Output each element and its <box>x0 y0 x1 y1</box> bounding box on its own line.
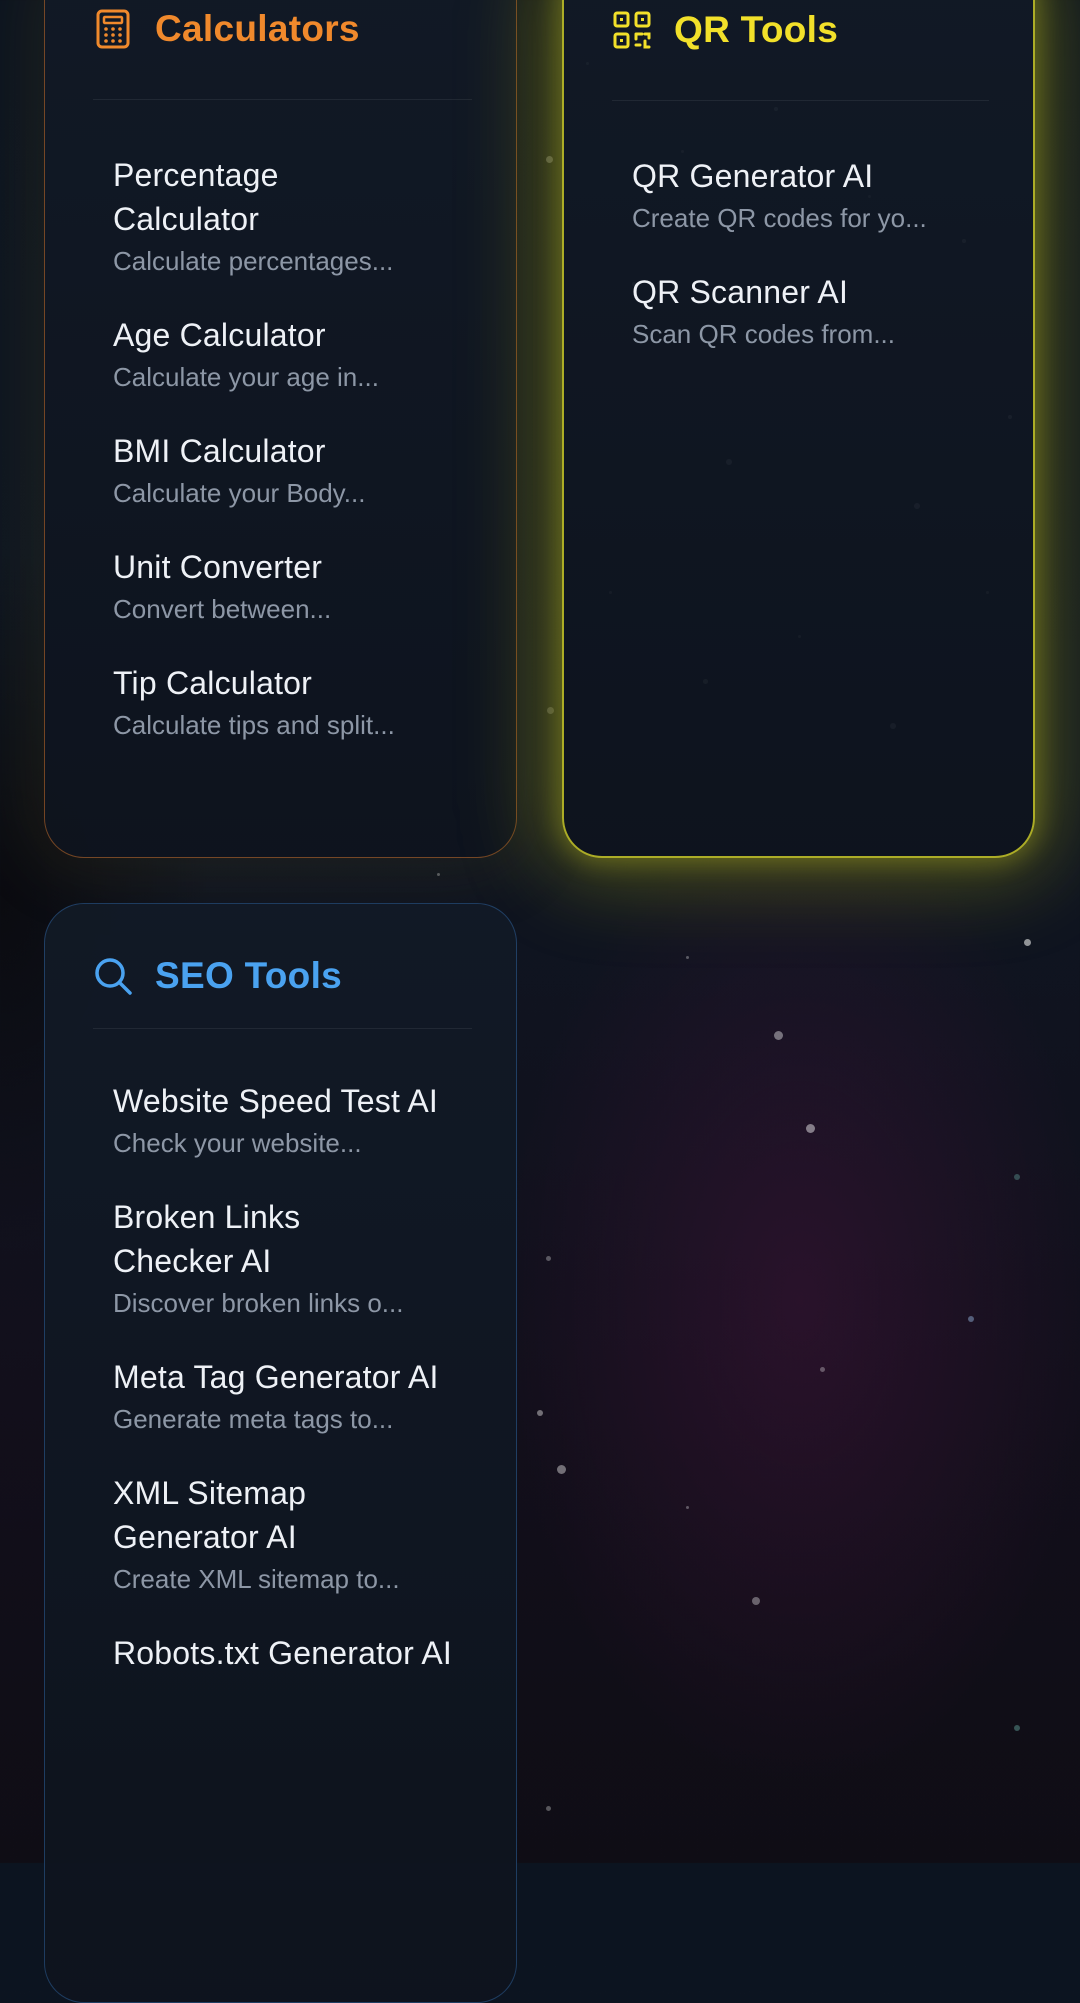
calculators-header: Calculators <box>93 0 472 59</box>
tool-description: Generate meta tags to... <box>113 1404 394 1434</box>
tools-page: { "colors": { "calculators_accent": "#f0… <box>0 0 1080 2003</box>
tool-description: Convert between... <box>113 594 332 624</box>
qr-tools-header: QR Tools <box>612 0 989 60</box>
tool-description: Calculate tips and split... <box>113 710 395 740</box>
star <box>557 1465 566 1474</box>
star <box>1024 939 1031 946</box>
tool-item-percentage-calculator[interactable]: Percentage Calculator Calculate percenta… <box>113 153 476 279</box>
tool-item-xml-sitemap-generator-ai[interactable]: XML Sitemap Generator AI Create XML site… <box>113 1471 476 1597</box>
star <box>546 156 553 163</box>
tool-name: BMI Calculator <box>113 433 326 469</box>
tool-name: Website Speed Test AI <box>113 1083 438 1119</box>
seo-tools-list: Website Speed Test AI Check your website… <box>113 1079 476 1709</box>
tool-item-age-calculator[interactable]: Age Calculator Calculate your age in... <box>113 313 476 395</box>
tool-description: Calculate your age in... <box>113 362 379 392</box>
tool-item-meta-tag-generator-ai[interactable]: Meta Tag Generator AI Generate meta tags… <box>113 1355 476 1437</box>
tool-name: QR Scanner AI <box>632 274 849 310</box>
tool-description: Calculate percentages... <box>113 246 394 276</box>
star <box>437 873 440 876</box>
star <box>546 1806 551 1811</box>
tool-description: Create XML sitemap to... <box>113 1564 400 1594</box>
star <box>1014 1174 1020 1180</box>
star <box>537 1410 543 1416</box>
qr-code-icon <box>612 10 652 50</box>
tool-item-tip-calculator[interactable]: Tip Calculator Calculate tips and split.… <box>113 661 476 743</box>
search-icon <box>93 956 133 996</box>
tool-item-website-speed-test-ai[interactable]: Website Speed Test AI Check your website… <box>113 1079 476 1161</box>
star <box>774 1031 783 1040</box>
calculators-list: Percentage Calculator Calculate percenta… <box>113 153 476 777</box>
calculator-icon <box>93 9 133 49</box>
calculators-title: Calculators <box>155 8 360 49</box>
star <box>806 1124 815 1133</box>
tool-item-qr-generator-ai[interactable]: QR Generator AI Create QR codes for yo..… <box>632 154 993 236</box>
star <box>1014 1725 1020 1731</box>
star <box>686 1506 689 1509</box>
calculators-divider <box>93 99 472 100</box>
tool-description: Check your website... <box>113 1128 362 1158</box>
tool-name: XML Sitemap Generator AI <box>113 1475 307 1555</box>
tool-name: Unit Converter <box>113 549 323 585</box>
tool-description: Discover broken links o... <box>113 1288 404 1318</box>
tool-name: Broken Links Checker AI <box>113 1199 301 1279</box>
tool-name: Tip Calculator <box>113 665 313 701</box>
tool-item-bmi-calculator[interactable]: BMI Calculator Calculate your Body... <box>113 429 476 511</box>
star <box>547 707 554 714</box>
qr-tools-list: QR Generator AI Create QR codes for yo..… <box>632 154 993 386</box>
tool-name: Age Calculator <box>113 317 326 353</box>
seo-tools-title: SEO Tools <box>155 955 343 996</box>
tool-description: Scan QR codes from... <box>632 319 895 349</box>
star <box>752 1597 760 1605</box>
tool-description: Calculate your Body... <box>113 478 366 508</box>
tool-description: Create QR codes for yo... <box>632 203 927 233</box>
star <box>686 956 689 959</box>
qr-tools-card: QR Tools QR Generator AI Create QR codes… <box>562 0 1035 858</box>
tool-item-robots-txt-generator-ai[interactable]: Robots.txt Generator AI <box>113 1631 476 1675</box>
seo-tools-card: SEO Tools Website Speed Test AI Check yo… <box>44 903 517 2003</box>
star <box>968 1316 974 1322</box>
seo-tools-header: SEO Tools <box>93 946 472 1006</box>
tool-name: Percentage Calculator <box>113 157 279 237</box>
tool-name: Robots.txt Generator AI <box>113 1635 452 1671</box>
qr-tools-divider <box>612 100 989 101</box>
qr-tools-title: QR Tools <box>674 9 839 50</box>
star <box>546 1256 551 1261</box>
star <box>820 1367 825 1372</box>
seo-tools-divider <box>93 1028 472 1029</box>
tool-name: Meta Tag Generator AI <box>113 1359 439 1395</box>
tool-item-qr-scanner-ai[interactable]: QR Scanner AI Scan QR codes from... <box>632 270 993 352</box>
tool-name: QR Generator AI <box>632 158 874 194</box>
tool-item-unit-converter[interactable]: Unit Converter Convert between... <box>113 545 476 627</box>
calculators-card: Calculators Percentage Calculator Calcul… <box>44 0 517 858</box>
tool-item-broken-links-checker-ai[interactable]: Broken Links Checker AI Discover broken … <box>113 1195 476 1321</box>
